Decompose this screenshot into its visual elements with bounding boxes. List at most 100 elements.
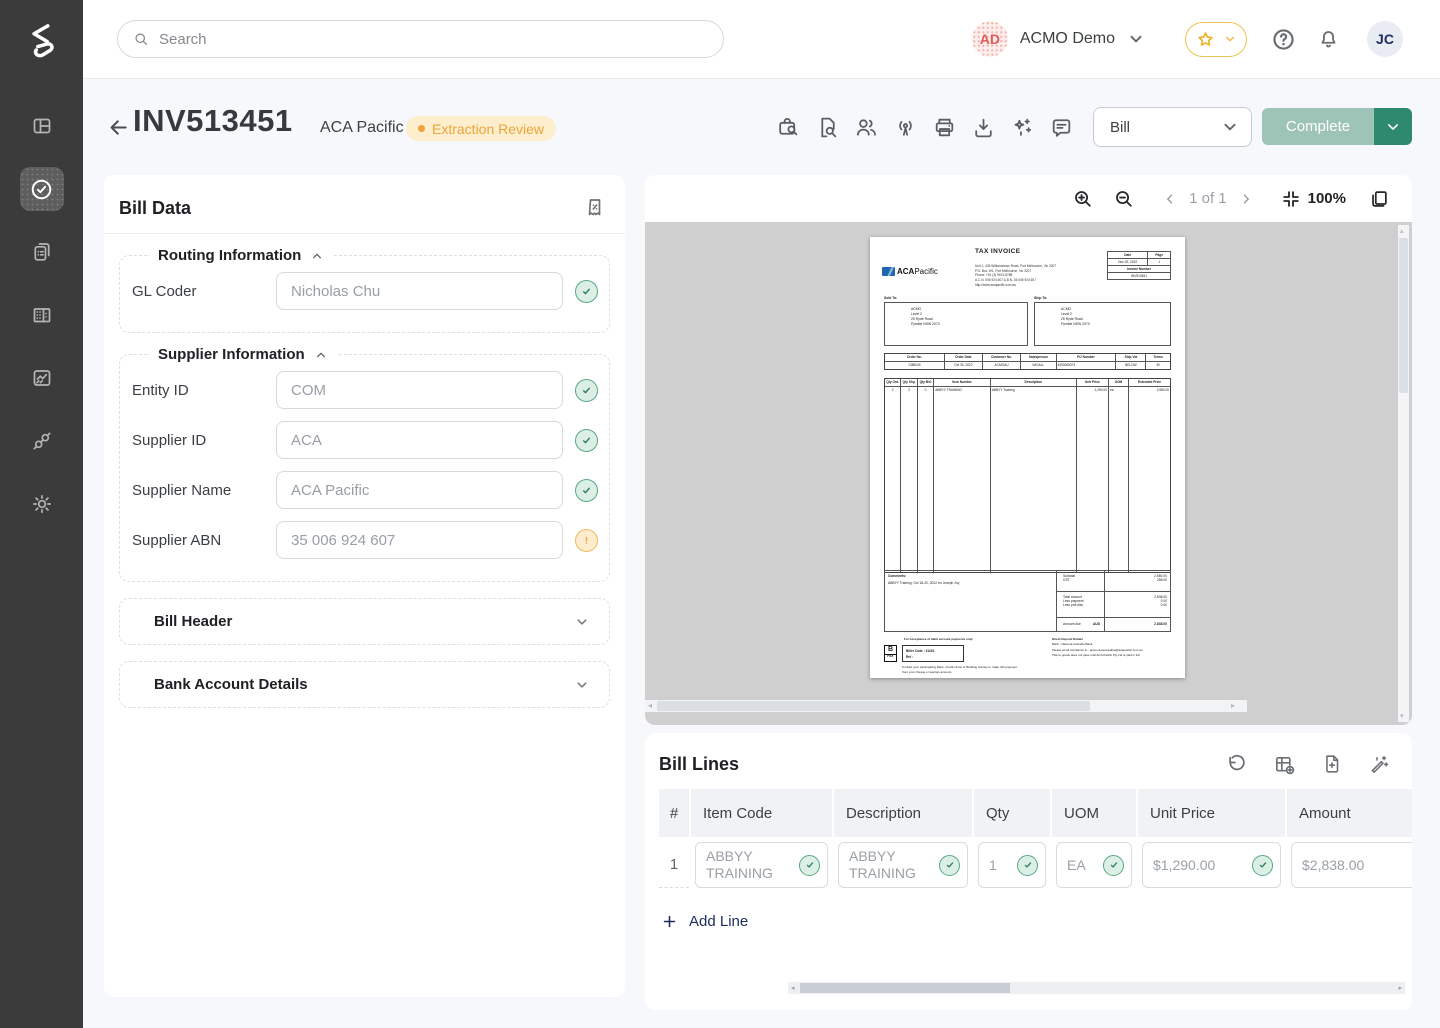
sidebar-item-company[interactable] xyxy=(20,293,64,337)
supplier-information-section: Supplier Information Entity ID Supplier … xyxy=(119,346,610,582)
check-icon xyxy=(804,859,816,871)
scroll-right-arrow[interactable]: ▸ xyxy=(1398,984,1402,992)
complete-button[interactable]: Complete xyxy=(1262,108,1374,145)
field-label: Entity ID xyxy=(132,382,264,399)
download-icon xyxy=(971,115,996,140)
plus-icon xyxy=(661,913,678,930)
document-audit-button[interactable] xyxy=(815,115,840,140)
org-chevron-down-icon[interactable] xyxy=(1125,28,1147,50)
add-table-button[interactable] xyxy=(1273,753,1296,776)
supplier-address: Unit 1, 435 Williamstown Road, Port Melb… xyxy=(975,264,1056,287)
sold-to-label: Sold To: xyxy=(884,296,897,300)
auto-extract-button[interactable] xyxy=(1010,115,1035,140)
scroll-down-arrow[interactable]: ▾ xyxy=(1400,712,1404,720)
receipt-extract-button[interactable] xyxy=(583,196,607,220)
global-search[interactable] xyxy=(117,20,724,58)
viewer-horizontal-scrollbar[interactable]: ◂ ▸ xyxy=(645,700,1247,712)
undo-icon xyxy=(1226,753,1248,775)
logo-mark xyxy=(882,267,895,276)
comments-button[interactable] xyxy=(1049,115,1074,140)
user-avatar[interactable]: JC xyxy=(1367,21,1403,57)
verified-badge xyxy=(575,479,598,502)
table-plus-icon xyxy=(1273,753,1296,776)
next-page-button[interactable] xyxy=(1237,190,1255,208)
supplier-id-field[interactable] xyxy=(276,421,563,459)
invoice-line-items-table: Qty Ord.Qty Shp. Qty B/OItem Number Desc… xyxy=(884,378,1171,573)
bag-search-button[interactable] xyxy=(776,115,801,140)
gl-coder-field[interactable] xyxy=(276,272,563,310)
bank-account-details-section-collapsed[interactable]: Bank Account Details xyxy=(119,661,610,708)
chevron-right-icon xyxy=(1237,190,1255,208)
section-title: Supplier Information xyxy=(158,346,305,363)
verified-badge xyxy=(575,429,598,452)
add-line-button[interactable]: Add Line xyxy=(661,913,748,930)
collapse-section-button[interactable] xyxy=(309,248,325,264)
add-document-button[interactable] xyxy=(1321,753,1343,776)
section-title: Bank Account Details xyxy=(154,676,308,693)
scroll-up-arrow[interactable]: ▴ xyxy=(1400,227,1404,235)
arrow-left-icon xyxy=(107,116,130,139)
fit-to-screen-button[interactable] xyxy=(1281,189,1301,209)
check-icon xyxy=(1108,859,1120,871)
print-button[interactable] xyxy=(932,115,957,140)
printer-icon xyxy=(932,115,957,140)
qty-cell[interactable]: 1 xyxy=(978,842,1046,888)
help-button[interactable] xyxy=(1271,27,1296,52)
favorites-button[interactable] xyxy=(1185,22,1247,57)
split-panels-icon xyxy=(30,114,54,138)
supplier-name-field[interactable] xyxy=(276,471,563,509)
notifications-button[interactable] xyxy=(1317,28,1340,51)
scrollbar-thumb[interactable] xyxy=(1399,238,1408,393)
amount-cell[interactable]: $2,838.00 xyxy=(1291,842,1412,888)
download-button[interactable] xyxy=(971,115,996,140)
sidebar-item-settings[interactable] xyxy=(20,482,64,526)
sidebar-item-reports[interactable] xyxy=(20,356,64,400)
column-header: UOM xyxy=(1052,789,1136,837)
organization-avatar[interactable]: AD xyxy=(972,21,1008,57)
viewer-vertical-scrollbar[interactable]: ▴ ▾ xyxy=(1398,225,1409,722)
sidebar-item-documents[interactable] xyxy=(20,230,64,274)
back-button[interactable] xyxy=(107,116,130,139)
bill-lines-horizontal-scrollbar[interactable]: ◂ ▸ xyxy=(788,982,1405,994)
scroll-left-arrow[interactable]: ◂ xyxy=(648,701,652,710)
invoice-totals-section: Comments:ABBYY Training, Oct 18-20, 2022… xyxy=(884,570,1171,632)
sidebar-item-approvals[interactable] xyxy=(20,167,64,211)
uom-cell[interactable]: EA xyxy=(1056,842,1132,888)
unit-price-cell[interactable]: $1,290.00 xyxy=(1142,842,1281,888)
document-type-select[interactable]: Bill xyxy=(1093,107,1252,147)
bill-data-panel: Bill Data Routing Information GL Coder S… xyxy=(104,175,625,997)
bill-header-section-collapsed[interactable]: Bill Header xyxy=(119,598,610,645)
supplier-abn-field[interactable] xyxy=(276,521,563,559)
scroll-right-arrow[interactable]: ▸ xyxy=(1231,701,1235,710)
invoice-page: TAX INVOICE DatePage Nov 02, 20221 Invoi… xyxy=(870,237,1185,678)
compress-icon xyxy=(1281,189,1301,209)
prev-page-button[interactable] xyxy=(1161,190,1179,208)
invoice-title: TAX INVOICE xyxy=(975,248,1020,255)
undo-button[interactable] xyxy=(1226,753,1248,776)
auto-magic-button[interactable] xyxy=(1368,753,1390,776)
bell-icon xyxy=(1317,28,1340,51)
verified-badge xyxy=(1017,855,1038,876)
viewer-canvas: TAX INVOICE DatePage Nov 02, 20221 Invoi… xyxy=(645,222,1412,725)
scrollbar-thumb[interactable] xyxy=(657,701,1090,711)
supplier-logo: ACAPacific xyxy=(882,267,938,276)
chevron-left-icon xyxy=(1161,190,1179,208)
broadcast-button[interactable] xyxy=(893,115,918,140)
sidebar-item-panels[interactable] xyxy=(20,104,64,148)
zoom-in-button[interactable] xyxy=(1071,187,1094,210)
description-cell[interactable]: ABBYY TRAINING xyxy=(838,842,968,888)
search-input[interactable] xyxy=(159,31,709,48)
zoom-out-button[interactable] xyxy=(1112,187,1135,210)
scrollbar-thumb[interactable] xyxy=(800,983,1010,993)
complete-menu-button[interactable] xyxy=(1374,108,1412,145)
collapse-section-button[interactable] xyxy=(313,347,329,363)
app-logo-icon[interactable] xyxy=(21,18,63,60)
field-label: Supplier ABN xyxy=(132,532,264,549)
multi-page-view-button[interactable] xyxy=(1368,188,1390,210)
item-code-cell[interactable]: ABBYY TRAINING xyxy=(695,842,828,888)
sidebar-item-integrations[interactable] xyxy=(20,419,64,463)
scroll-left-arrow[interactable]: ◂ xyxy=(791,984,795,992)
users-button[interactable] xyxy=(854,115,879,140)
entity-id-field[interactable] xyxy=(276,371,563,409)
sparkles-icon xyxy=(1010,115,1035,140)
